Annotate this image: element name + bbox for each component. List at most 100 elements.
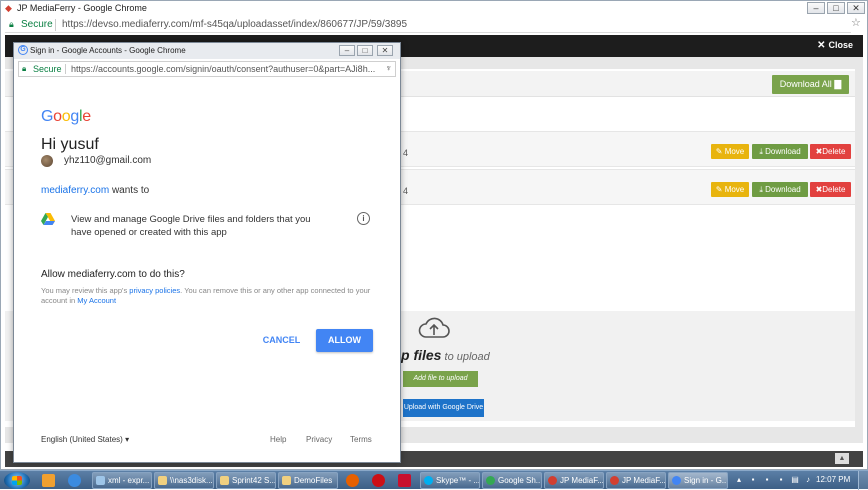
taskbar-item[interactable]: Google Sh... <box>482 472 542 489</box>
folder-icon <box>282 476 291 485</box>
ie-icon[interactable] <box>68 474 81 487</box>
key-icon[interactable]: ♆ <box>385 63 392 73</box>
drop-text: p files to upload <box>401 347 490 363</box>
download-label: Download <box>765 185 801 194</box>
taskbar-item-label: \\nas3disk... <box>170 476 213 485</box>
taskbar-item[interactable]: \\nas3disk... <box>154 472 214 489</box>
taskbar-item-label: Sign in - G... <box>684 476 728 485</box>
lock-icon: 🔒︎ <box>22 64 27 73</box>
popup-address-bar[interactable]: 🔒︎ Secure https://accounts.google.com/si… <box>18 61 396 77</box>
scope-description: View and manage Google Drive files and f… <box>71 214 311 238</box>
move-button[interactable]: ✎ Move <box>711 182 749 197</box>
chrome-icon <box>548 476 557 485</box>
permission-request: mediaferry.com wants to <box>41 185 149 196</box>
delete-button[interactable]: ✖Delete <box>810 182 851 197</box>
download-all-button[interactable]: Download All ▇ <box>772 75 849 94</box>
cancel-button[interactable]: CANCEL <box>259 332 304 348</box>
close-window-icon[interactable]: ✕ <box>847 2 865 14</box>
taskbar-item[interactable]: JP MediaF... <box>606 472 666 489</box>
avatar <box>41 155 53 167</box>
secure-label: Secure <box>33 64 62 74</box>
minimize-icon[interactable]: – <box>807 2 825 14</box>
skype-icon <box>424 476 433 485</box>
mediaferry-favicon-icon: ◆ <box>5 3 12 13</box>
drop-bold: p files <box>401 347 442 363</box>
start-button-icon[interactable] <box>4 472 30 489</box>
popup-minimize-icon[interactable]: – <box>339 45 355 56</box>
fine-text: You may review this app's <box>41 286 130 295</box>
taskbar-item[interactable]: DemoFiles <box>278 472 338 489</box>
download-button[interactable]: ⤓ Download <box>752 182 808 197</box>
window-titlebar: ◆ JP MediaFerry - Google Chrome – □ ✕ <box>1 1 867 16</box>
media-player-icon[interactable] <box>42 474 55 487</box>
my-account-link[interactable]: My Account <box>77 296 116 305</box>
close-x-icon: ✕ <box>817 40 826 51</box>
info-icon[interactable]: i <box>357 212 370 225</box>
close-link[interactable]: ✕ Close <box>817 40 853 51</box>
asset-row-text: 4 <box>403 148 409 158</box>
scroll-up-icon[interactable]: ▲ <box>835 453 849 464</box>
logo-letter: e <box>82 108 91 125</box>
upload-google-drive-button[interactable]: Upload with Google Drive <box>403 399 484 417</box>
popup-url-text[interactable]: https://accounts.google.com/signin/oauth… <box>71 64 383 74</box>
taskbar-item-label: xml - expr... <box>108 476 150 485</box>
download-label: Download <box>765 147 801 156</box>
privacy-policies-link[interactable]: privacy policies <box>129 286 180 295</box>
filezilla-icon[interactable] <box>398 474 411 487</box>
move-button[interactable]: ✎ Move <box>711 144 749 159</box>
popup-close-icon[interactable]: ✕ <box>377 45 393 56</box>
download-button[interactable]: ⤓ Download <box>752 144 808 159</box>
chrome-icon <box>486 476 495 485</box>
folder-icon: ▇ <box>834 79 842 89</box>
network-icon[interactable]: ▤ <box>790 475 800 485</box>
popup-titlebar: G Sign in - Google Accounts - Google Chr… <box>14 43 400 59</box>
url-text[interactable]: https://devso.mediaferry.com/mf-s45qa/up… <box>62 19 407 30</box>
delete-button[interactable]: ✖Delete <box>810 144 851 159</box>
logo-letter: g <box>70 108 79 125</box>
firefox-icon[interactable] <box>346 474 359 487</box>
show-desktop-button[interactable] <box>858 471 868 490</box>
cloud-upload-icon <box>418 317 450 338</box>
tray-arrow-icon[interactable]: ▴ <box>734 475 744 485</box>
asset-row-text: 4 <box>403 186 409 196</box>
google-favicon-icon: G <box>18 45 28 55</box>
taskbar-item[interactable]: Skype™ - ... <box>420 472 480 489</box>
popup-maximize-icon[interactable]: □ <box>357 45 373 56</box>
taskbar: xml - expr... \\nas3disk... Sprint42 S..… <box>0 470 868 490</box>
maximize-icon[interactable]: □ <box>827 2 845 14</box>
logo-letter: G <box>41 108 54 125</box>
help-link[interactable]: Help <box>270 435 286 444</box>
divider <box>55 19 56 31</box>
add-file-button[interactable]: Add file to upload <box>403 371 478 387</box>
clock[interactable]: 12:07 PM <box>816 475 850 484</box>
volume-icon[interactable]: ♪ <box>803 475 813 485</box>
taskbar-item[interactable]: JP MediaF... <box>544 472 604 489</box>
taskbar-item-label: Google Sh... <box>498 476 542 485</box>
privacy-link[interactable]: Privacy <box>306 435 332 444</box>
taskbar-item[interactable]: Sign in - G... <box>668 472 728 489</box>
privacy-note: You may review this app's privacy polici… <box>41 286 371 306</box>
taskbar-item-label: JP MediaF... <box>622 476 666 485</box>
address-bar[interactable]: 🔒︎ Secure https://devso.mediaferry.com/m… <box>5 17 851 33</box>
terms-link[interactable]: Terms <box>350 435 372 444</box>
google-logo: Google <box>41 108 91 126</box>
allow-button[interactable]: ALLOW <box>316 329 373 352</box>
wants-suffix: wants to <box>109 185 150 196</box>
secure-label: Secure <box>21 19 53 30</box>
taskbar-item-label: DemoFiles <box>294 476 333 485</box>
caret-down-icon: ▾ <box>125 435 130 444</box>
google-drive-icon <box>41 213 55 225</box>
taskbar-item[interactable]: xml - expr... <box>92 472 152 489</box>
account-email[interactable]: yhz110@gmail.com <box>64 155 151 166</box>
tray-app-icon[interactable]: ▪ <box>776 475 786 485</box>
google-signin-popup: G Sign in - Google Accounts - Google Chr… <box>13 42 401 463</box>
app-link[interactable]: mediaferry.com <box>41 185 109 196</box>
opera-icon[interactable] <box>372 474 385 487</box>
language-selector[interactable]: English (United States) ▾ <box>41 435 129 444</box>
folder-icon <box>158 476 167 485</box>
tray-app-icon[interactable]: ▪ <box>762 475 772 485</box>
tray-app-icon[interactable]: ▪ <box>748 475 758 485</box>
language-label: English (United States) <box>41 435 123 444</box>
taskbar-item[interactable]: Sprint42 S... <box>216 472 276 489</box>
bookmark-star-icon[interactable]: ☆ <box>851 16 861 29</box>
